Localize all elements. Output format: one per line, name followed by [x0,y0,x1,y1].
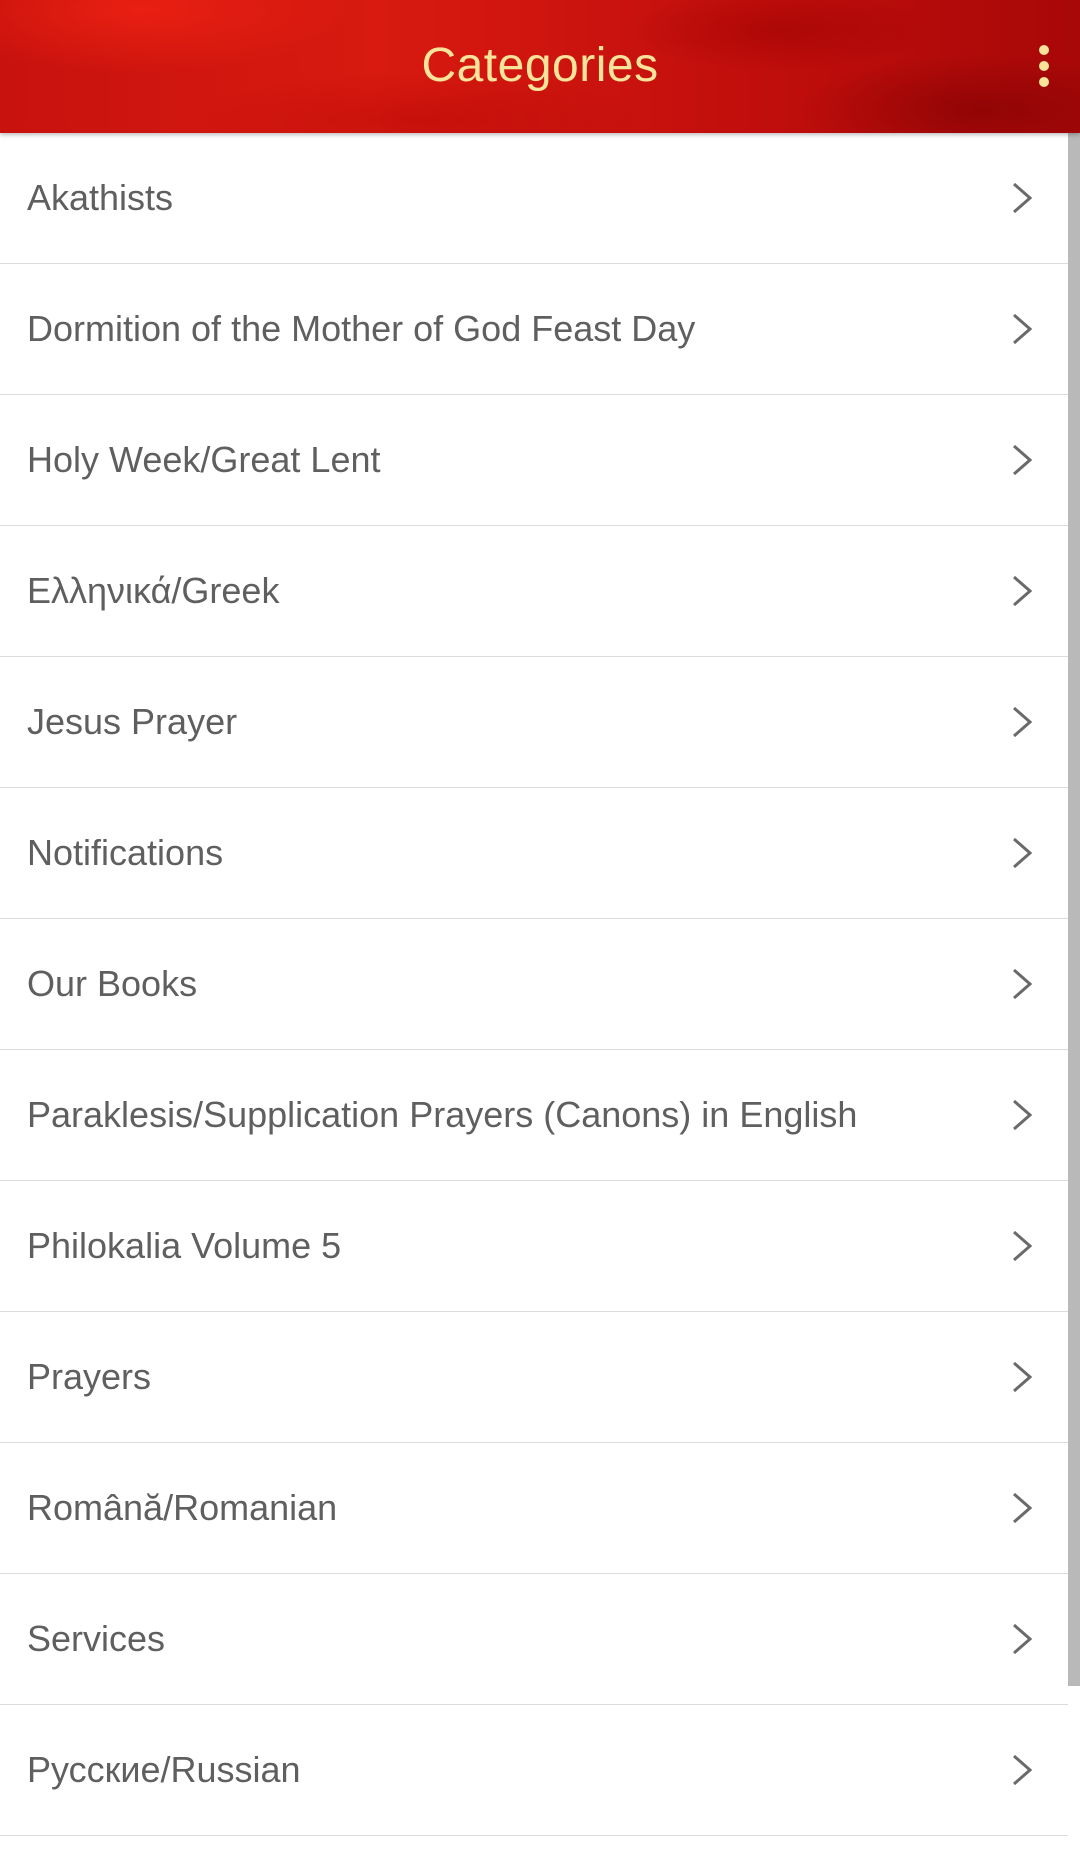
chevron-right-icon [1013,1099,1033,1131]
category-label: Our Books [27,963,198,1004]
category-label: Paraklesis/Supplication Prayers (Canons)… [27,1094,858,1135]
scrollbar-thumb[interactable] [1068,133,1080,1686]
chevron-right-icon [1013,1754,1033,1786]
category-item-prayers[interactable]: Prayers [0,1312,1068,1443]
menu-dot [1039,61,1049,71]
chevron-right-icon [1013,1230,1033,1262]
chevron-right-icon [1013,575,1033,607]
category-list: Akathists Dormition of the Mother of God… [0,133,1068,1836]
chevron-right-icon [1013,313,1033,345]
category-item-dormition[interactable]: Dormition of the Mother of God Feast Day [0,264,1068,395]
chevron-right-icon [1013,182,1033,214]
category-label: Română/Romanian [27,1487,338,1528]
app-screen: Categories Akathists Dormition of the Mo… [0,0,1080,1871]
category-label: Services [27,1618,166,1659]
category-label: Dormition of the Mother of God Feast Day [27,308,696,349]
page-title: Categories [421,39,659,92]
category-item-paraklesis[interactable]: Paraklesis/Supplication Prayers (Canons)… [0,1050,1068,1181]
menu-dot [1039,45,1049,55]
category-label: Philokalia Volume 5 [27,1225,342,1266]
category-item-romanian[interactable]: Română/Romanian [0,1443,1068,1574]
more-vert-icon[interactable] [1014,36,1074,96]
category-label: Русские/Russian [27,1749,301,1790]
category-label: Prayers [27,1356,152,1397]
category-item-services[interactable]: Services [0,1574,1068,1705]
menu-dot [1039,77,1049,87]
chevron-right-icon [1013,1492,1033,1524]
category-item-jesus-prayer[interactable]: Jesus Prayer [0,657,1068,788]
chevron-right-icon [1013,444,1033,476]
category-label: Holy Week/Great Lent [27,439,381,480]
category-item-notifications[interactable]: Notifications [0,788,1068,919]
category-label: Akathists [27,177,174,218]
category-item-akathists[interactable]: Akathists [0,133,1068,264]
category-item-holy-week[interactable]: Holy Week/Great Lent [0,395,1068,526]
category-label: Jesus Prayer [27,701,238,742]
category-label: Ελληνικά/Greek [27,570,280,611]
chevron-right-icon [1013,968,1033,1000]
chevron-right-icon [1013,1623,1033,1655]
category-item-philokalia[interactable]: Philokalia Volume 5 [0,1181,1068,1312]
category-item-russian[interactable]: Русские/Russian [0,1705,1068,1836]
chevron-right-icon [1013,1361,1033,1393]
category-item-greek[interactable]: Ελληνικά/Greek [0,526,1068,657]
category-label: Notifications [27,832,224,873]
app-bar: Categories [0,0,1080,133]
chevron-right-icon [1013,706,1033,738]
chevron-right-icon [1013,837,1033,869]
category-item-our-books[interactable]: Our Books [0,919,1068,1050]
